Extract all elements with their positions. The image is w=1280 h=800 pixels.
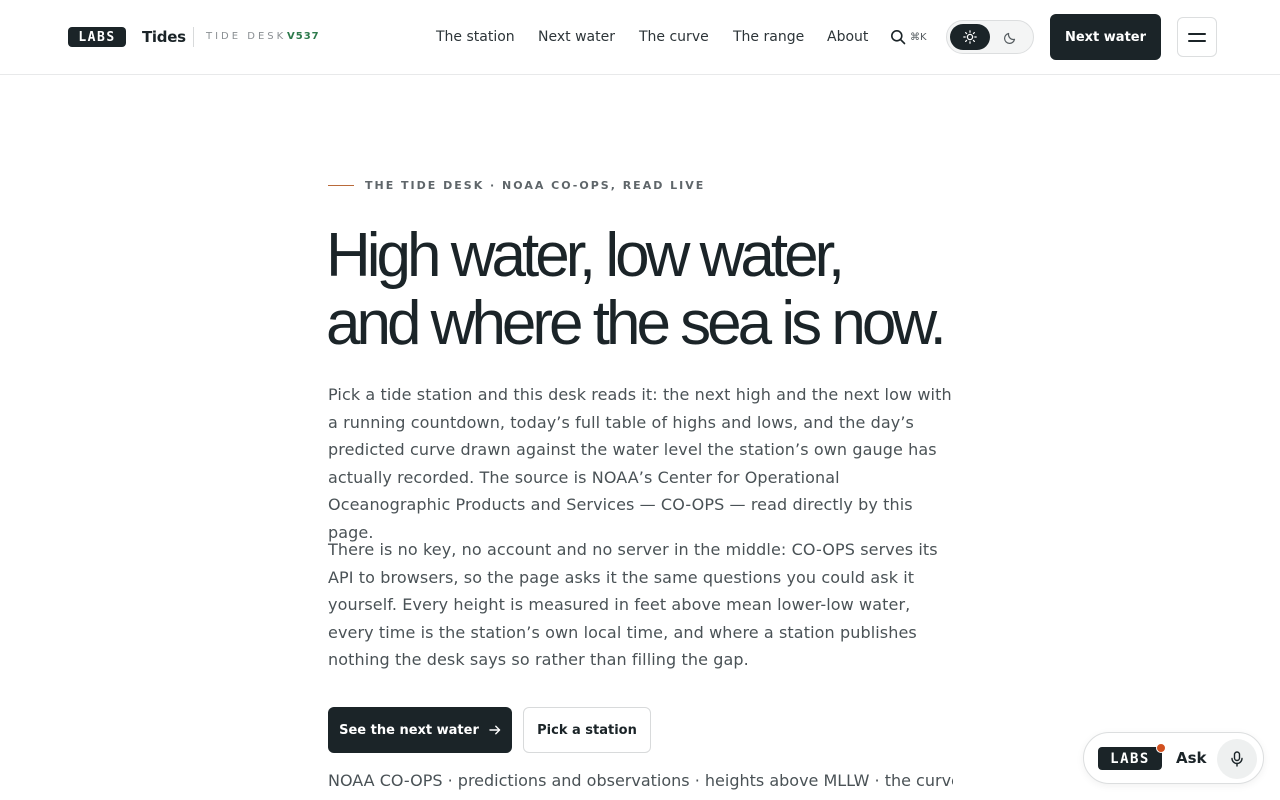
sun-icon	[963, 30, 977, 44]
ask-logo: LABS	[1098, 747, 1162, 770]
ask-label: Ask	[1176, 749, 1207, 767]
eyebrow-text: THE TIDE DESK · NOAA CO-OPS, READ LIVE	[365, 179, 706, 192]
desk-label: TIDE DESK	[206, 31, 287, 42]
hamburger-icon-line	[1188, 39, 1206, 42]
search-shortcut: ⌘K	[910, 31, 927, 43]
title-line-2: and where the sea is now.	[326, 289, 947, 358]
moon-icon	[1003, 32, 1015, 44]
see-next-water-label: See the next water	[339, 722, 479, 738]
pick-station-button[interactable]: Pick a station	[523, 707, 651, 753]
ask-widget[interactable]: LABS Ask	[1083, 732, 1264, 784]
next-water-button[interactable]: Next water	[1050, 14, 1161, 60]
nav-link-next-water[interactable]: Next water	[538, 29, 615, 45]
version-badge: V537	[287, 31, 320, 42]
notification-dot	[1156, 743, 1166, 753]
brand-title[interactable]: Tides	[142, 28, 186, 46]
light-mode-option[interactable]	[950, 24, 990, 50]
theme-toggle[interactable]	[946, 20, 1034, 54]
see-next-water-button[interactable]: See the next water	[328, 707, 512, 753]
labs-logo[interactable]: LABS	[68, 27, 126, 47]
details-paragraph: There is no key, no account and no serve…	[328, 540, 938, 670]
arrow-right-icon	[489, 725, 501, 735]
source-footnote: NOAA CO-OPS · predictions and observatio…	[328, 771, 953, 790]
title-line-1: High water, low water,	[326, 221, 845, 290]
microphone-icon	[1231, 751, 1243, 767]
search-icon	[891, 30, 906, 45]
nav-link-the-station[interactable]: The station	[436, 29, 515, 45]
intro-paragraph: Pick a tide station and this desk reads …	[328, 385, 952, 542]
nav-link-the-range[interactable]: The range	[733, 29, 804, 45]
eyebrow-rule	[328, 185, 354, 186]
microphone-button[interactable]	[1217, 739, 1257, 779]
search-button[interactable]: ⌘K	[890, 27, 934, 47]
nav-link-the-curve[interactable]: The curve	[639, 29, 709, 45]
nav-link-about[interactable]: About	[827, 29, 868, 45]
site-header: LABS Tides TIDE DESK V537 The station Ne…	[0, 0, 1280, 75]
dark-mode-option[interactable]	[1002, 29, 1018, 45]
hamburger-icon	[1188, 32, 1206, 35]
menu-button[interactable]	[1177, 17, 1217, 57]
page-title: High water, low water, and where the sea…	[326, 222, 1026, 358]
brand-divider	[193, 27, 194, 47]
